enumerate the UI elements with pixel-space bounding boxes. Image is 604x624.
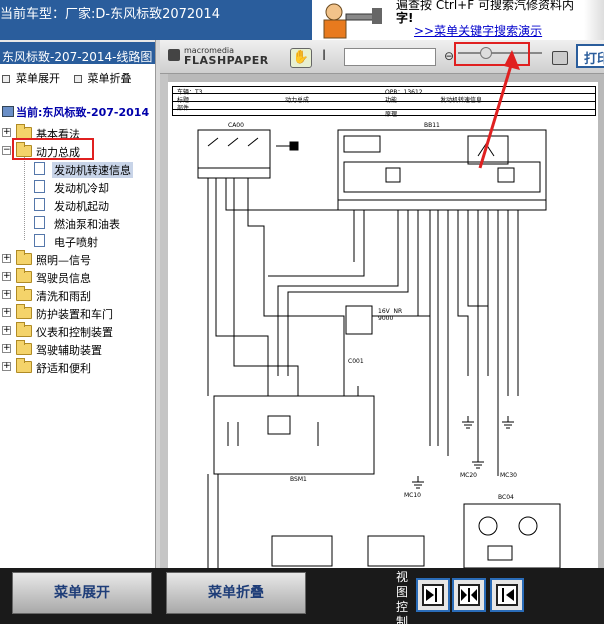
promo-text-2: 字! <box>396 11 414 25</box>
document-viewer: macromedia FLASHPAPER ✋ I ⊖ 打印 车辆：T3 OPR… <box>160 40 604 568</box>
page-input[interactable] <box>344 48 436 66</box>
split-view-icon <box>458 584 480 606</box>
printer-icon[interactable] <box>552 51 568 65</box>
expand-all-icon <box>2 75 10 83</box>
expand-icon[interactable]: + <box>2 344 11 353</box>
expand-icon[interactable]: + <box>2 308 11 317</box>
connector-label-ca00: CA00 <box>228 122 244 129</box>
promo-link[interactable]: >>菜单关键字搜索演示 <box>414 22 542 39</box>
view-right-button[interactable] <box>490 578 524 612</box>
diagram-header-table: 车辆：T3 OPR：13612 标题 动力总成 功能 发动机转速信息 部件 原理 <box>172 86 596 118</box>
collapse-menu-button[interactable]: 菜单折叠 <box>166 572 306 614</box>
arrow-left-panel-icon <box>496 584 518 606</box>
folder-icon <box>16 286 32 301</box>
expand-icon[interactable]: + <box>2 326 11 335</box>
expand-icon[interactable]: + <box>2 254 11 263</box>
window-title: 当前车型：厂家:D-东风标致2072014 <box>0 7 220 22</box>
red-arrow-annotation <box>478 50 520 169</box>
print-button[interactable]: 打印 <box>576 44 604 68</box>
folder-icon <box>16 322 32 337</box>
expand-icon[interactable]: + <box>2 362 11 371</box>
arrow-right-panel-icon <box>422 584 444 606</box>
connector-label-bb11: BB11 <box>424 122 440 129</box>
promo-text-1: 遍查按 Ctrl+F 可搜索汽修资料内 <box>396 0 574 12</box>
expand-icon[interactable]: + <box>2 290 11 299</box>
folder-icon <box>16 250 32 265</box>
vertical-scrollbar[interactable] <box>160 74 168 568</box>
title-bar: 当前车型：厂家:D-东风标致2072014 遍查按 Ctrl+F 可搜索汽修资料… <box>0 0 604 40</box>
connector-label-mc10: MC10 <box>404 492 422 499</box>
expand-icon[interactable]: + <box>2 272 11 281</box>
expand-menu-button[interactable]: 菜单展开 <box>12 572 152 614</box>
panel-toolbar: 菜单展开 菜单折叠 <box>0 64 155 86</box>
view-left-button[interactable] <box>416 578 450 612</box>
left-panel: 东风标致-207-2014-线路图 菜单展开 菜单折叠 当前:东风标致-207-… <box>0 40 156 568</box>
view-control-label: 视图控制 <box>396 570 409 624</box>
connector-label-mc30: MC30 <box>500 472 518 479</box>
collapse-icon[interactable]: − <box>2 146 11 155</box>
fuse-label: 16V NR 9000 <box>378 308 403 322</box>
document-icon <box>34 162 45 175</box>
connector-label-bc04: BC04 <box>498 494 514 501</box>
promo-banner: 遍查按 Ctrl+F 可搜索汽修资料内 字! >>菜单关键字搜索演示 <box>312 0 604 40</box>
brand-bottom: FLASHPAPER <box>184 54 269 67</box>
mascot-icon <box>312 0 392 40</box>
document-icon <box>34 198 45 211</box>
flashpaper-logo-icon <box>168 49 180 61</box>
connector-label-c001: C001 <box>348 358 364 365</box>
folder-icon <box>16 304 32 319</box>
connector-label-bsm1: BSM1 <box>290 476 307 483</box>
collapse-all-icon <box>73 75 82 83</box>
current-model: 当前:东风标致-207-2014 <box>0 104 149 120</box>
wiring-diagram-page: 车辆：T3 OPR：13612 标题 动力总成 功能 发动机转速信息 部件 原理 <box>168 50 598 568</box>
folder-icon <box>16 268 32 283</box>
computer-icon <box>2 106 14 117</box>
panel-header: 东风标致-207-2014-线路图 <box>0 40 155 64</box>
view-split-button[interactable] <box>452 578 486 612</box>
highlight-box <box>12 138 94 160</box>
folder-icon <box>16 340 32 355</box>
collapse-all-link[interactable]: 菜单折叠 <box>88 70 132 86</box>
hand-tool-icon[interactable]: ✋ <box>290 48 312 68</box>
viewer-toolbar: macromedia FLASHPAPER ✋ I ⊖ 打印 <box>160 40 604 74</box>
document-icon <box>34 216 45 229</box>
current-model-label: 当前:东风标致-207-2014 <box>16 106 150 119</box>
folder-icon <box>16 358 32 373</box>
expand-all-link[interactable]: 菜单展开 <box>16 70 60 86</box>
bottom-toolbar: 菜单展开 菜单折叠 视图控制 <box>0 568 604 624</box>
connector-label-mc20: MC20 <box>460 472 478 479</box>
zoom-icon: ⊖ <box>444 49 455 63</box>
expand-icon[interactable]: + <box>2 128 11 137</box>
document-icon <box>34 180 45 193</box>
text-select-icon[interactable]: I <box>322 48 326 64</box>
document-icon <box>34 234 45 247</box>
wiring-diagram <box>197 129 561 568</box>
